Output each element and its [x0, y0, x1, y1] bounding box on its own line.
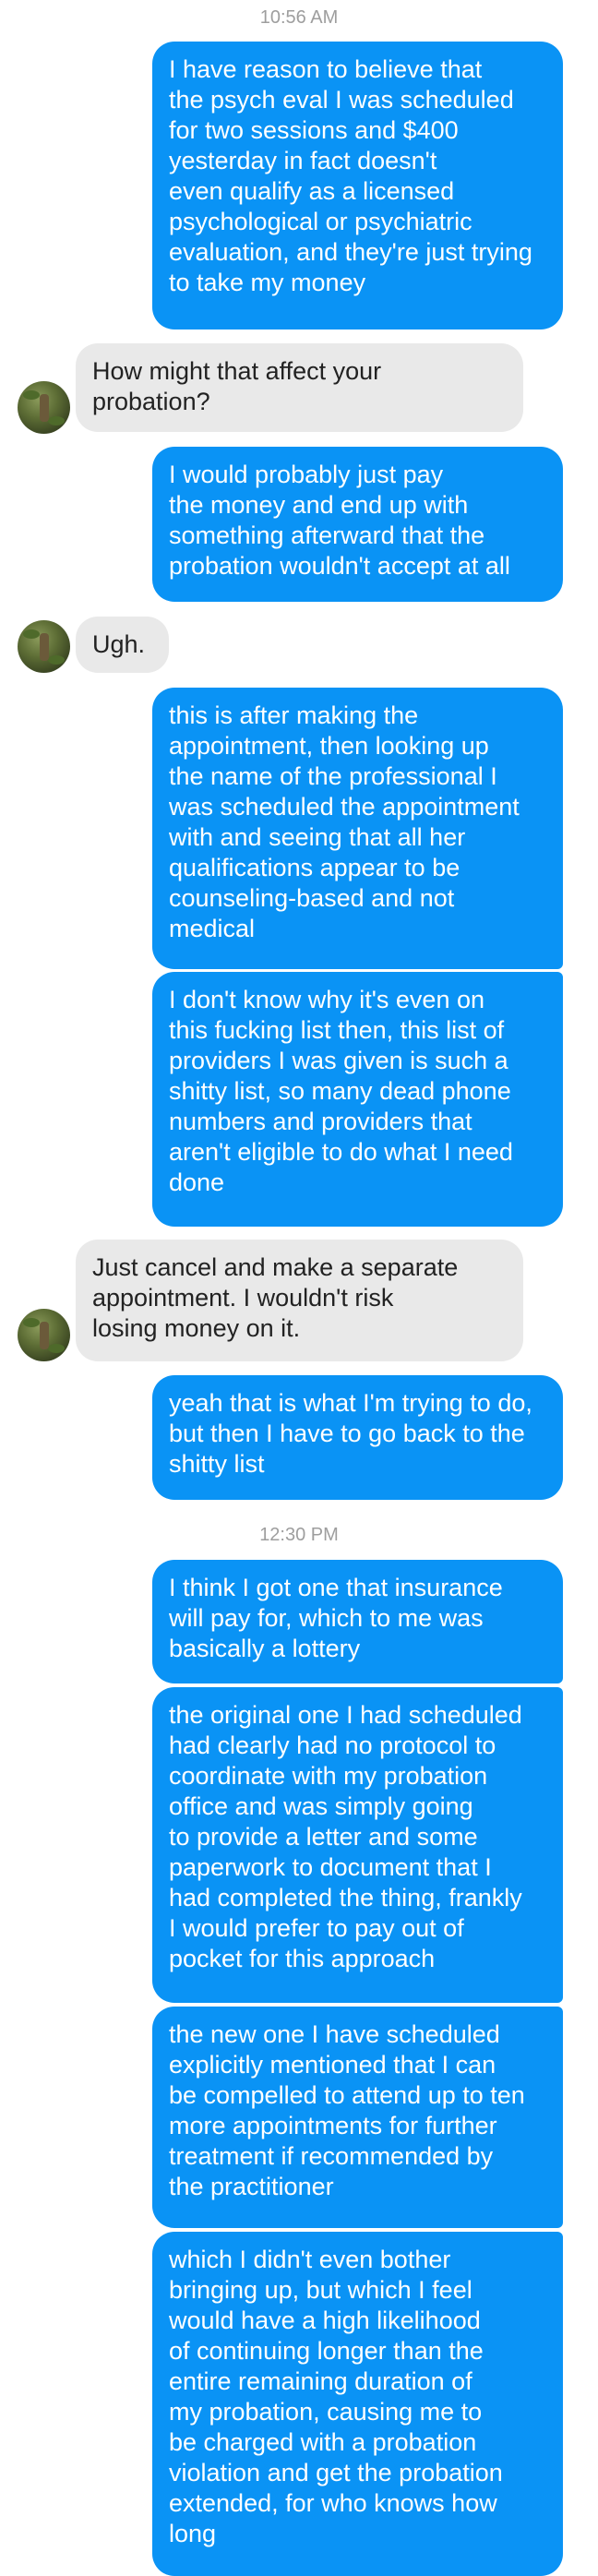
incoming-message[interactable]: How might that affect your probation? [76, 343, 523, 432]
outgoing-message[interactable]: the new one I have scheduled explicitly … [152, 2007, 563, 2228]
message-thread: 10:56 AM I have reason to believe that t… [0, 0, 598, 2576]
contact-avatar-icon[interactable] [18, 381, 70, 434]
outgoing-message[interactable]: this is after making the appointment, th… [152, 688, 563, 969]
incoming-message[interactable]: Ugh. [76, 617, 169, 673]
outgoing-message[interactable]: I think I got one that insurance will pa… [152, 1560, 563, 1683]
outgoing-message[interactable]: I would probably just pay the money and … [152, 447, 563, 602]
timestamp: 10:56 AM [259, 7, 339, 28]
outgoing-message[interactable]: yeah that is what I'm trying to do, but … [152, 1375, 563, 1500]
timestamp: 12:30 PM [259, 1525, 339, 1545]
incoming-message[interactable]: Just cancel and make a separate appointm… [76, 1240, 523, 1361]
outgoing-message[interactable]: which I didn't even bother bringing up, … [152, 2232, 563, 2576]
contact-avatar-icon[interactable] [18, 620, 70, 673]
outgoing-message[interactable]: I don't know why it's even on this fucki… [152, 972, 563, 1227]
outgoing-message[interactable]: the original one I had scheduled had cle… [152, 1687, 563, 2003]
contact-avatar-icon[interactable] [18, 1309, 70, 1361]
outgoing-message[interactable]: I have reason to believe that the psych … [152, 42, 563, 329]
